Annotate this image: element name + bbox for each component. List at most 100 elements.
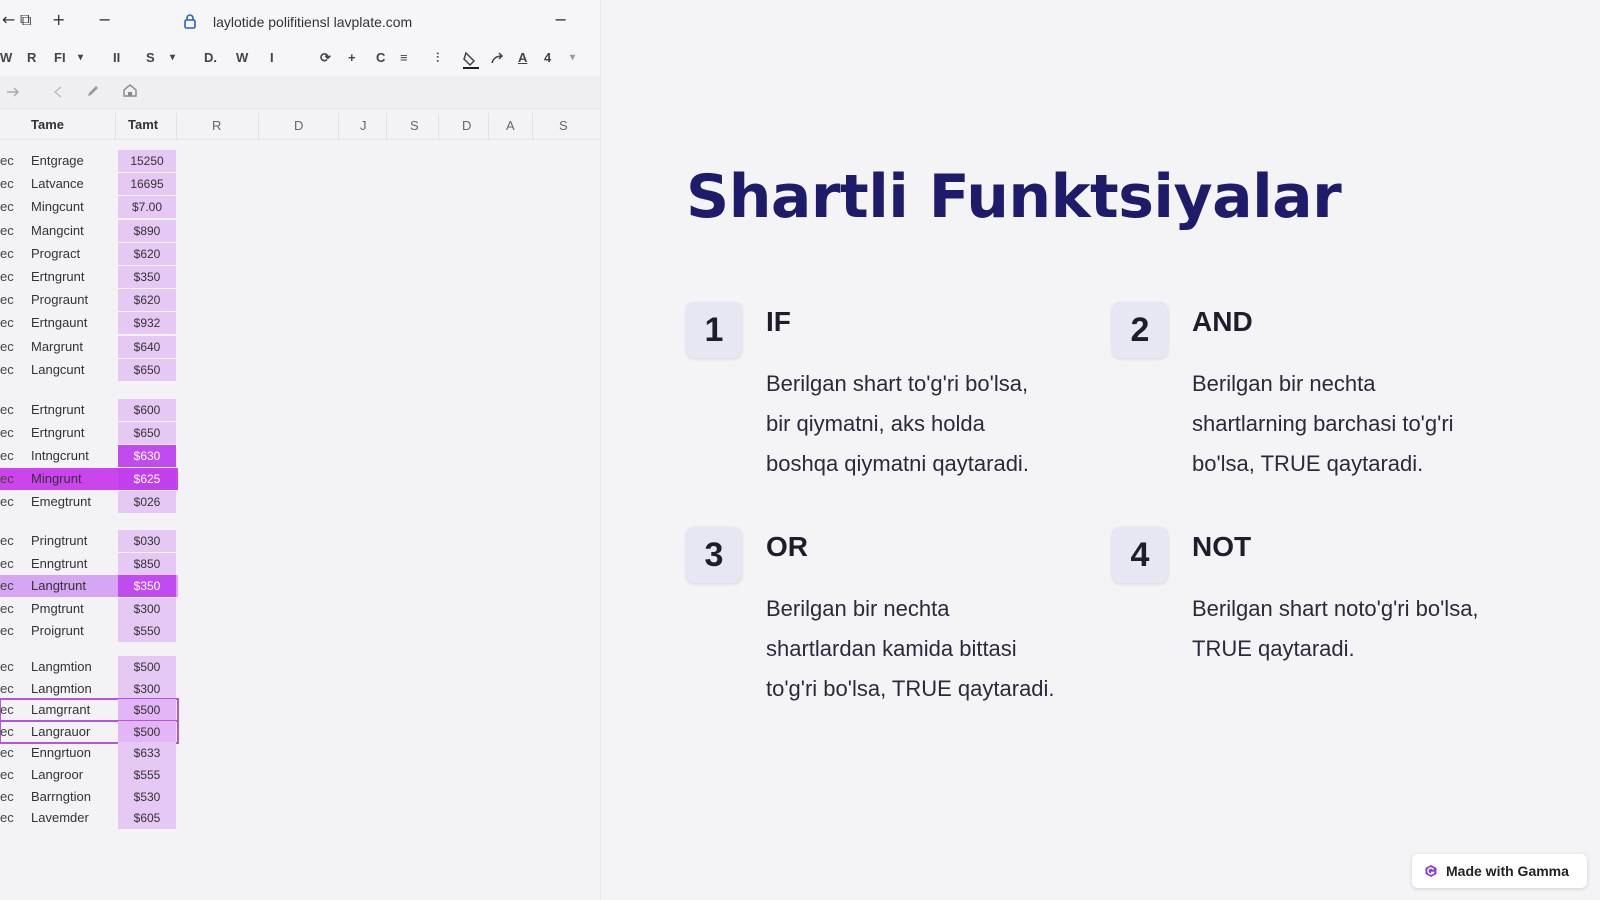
row-name-cell[interactable]: Pmgtrunt	[31, 601, 84, 616]
chevron-down-icon[interactable]: ▾	[570, 52, 575, 63]
table-row[interactable]: ec Intngcrunt $630	[0, 445, 178, 467]
text-color-icon[interactable]: A	[518, 50, 527, 65]
table-row[interactable]: ec Barrngtion $530	[0, 785, 178, 808]
row-amount-cell[interactable]: $605	[118, 807, 176, 830]
table-row[interactable]: ec Langmtion $300	[0, 677, 178, 700]
row-amount-cell[interactable]: $030	[118, 530, 176, 552]
row-name-cell[interactable]: Margrunt	[31, 339, 83, 354]
table-row[interactable]: ec Langtrunt $350	[0, 575, 178, 598]
row-name-cell[interactable]: Latvance	[31, 176, 84, 191]
address-bar[interactable]: laylotide polifitiensl lavplate.com	[213, 14, 412, 30]
row-name-cell[interactable]: Barrngtion	[31, 789, 91, 804]
row-amount-cell[interactable]: $7.00	[118, 196, 176, 219]
row-amount-cell[interactable]: $625	[118, 468, 176, 490]
row-amount-cell[interactable]: $500	[118, 720, 176, 743]
row-amount-cell[interactable]: 16695	[118, 173, 176, 196]
row-amount-cell[interactable]: 15250	[118, 150, 176, 172]
row-name-cell[interactable]: Mingcunt	[31, 199, 84, 214]
table-row[interactable]: ec Ertngrunt $350	[0, 266, 178, 288]
table-row[interactable]: ec Ertngrunt $650	[0, 422, 178, 444]
row-amount-cell[interactable]: $620	[118, 242, 176, 265]
align-icon[interactable]: ≡	[400, 50, 408, 65]
row-name-cell[interactable]: Langroor	[31, 767, 83, 782]
table-row[interactable]: ec Lavemder $605	[0, 807, 178, 830]
table-row[interactable]: ec Enngtrunt $850	[0, 552, 178, 575]
row-amount-cell[interactable]: $640	[118, 335, 176, 358]
row-amount-cell[interactable]: $530	[118, 785, 176, 808]
table-row[interactable]: ec Enngrtuon $633	[0, 742, 178, 765]
row-name-cell[interactable]: Ertngrunt	[31, 425, 84, 440]
row-name-cell[interactable]: Ertngrunt	[31, 269, 84, 284]
table-row[interactable]: ec Proigrunt $550	[0, 620, 178, 643]
fill-color-icon[interactable]	[462, 50, 480, 74]
row-amount-cell[interactable]: $555	[118, 764, 176, 786]
row-amount-cell[interactable]: $500	[118, 699, 176, 722]
row-name-cell[interactable]: Enngrtuon	[31, 745, 91, 760]
column-header[interactable]: S	[559, 118, 568, 133]
row-amount-cell[interactable]: $500	[118, 656, 176, 678]
row-name-cell[interactable]: Prograunt	[31, 292, 88, 307]
row-name-cell[interactable]: Intngcrunt	[31, 448, 89, 463]
toolbar-item[interactable]: W	[236, 50, 248, 65]
toolbar-item[interactable]: D.	[204, 50, 217, 65]
row-name-cell[interactable]: Emegtrunt	[31, 494, 91, 509]
plus-icon[interactable]: +	[348, 50, 356, 65]
table-row[interactable]: ec Mangcint $890	[0, 219, 178, 242]
row-name-cell[interactable]: Pringtrunt	[31, 533, 87, 548]
row-amount-cell[interactable]: $650	[118, 358, 176, 381]
redo-icon[interactable]	[490, 51, 506, 71]
row-amount-cell[interactable]: $026	[118, 491, 176, 513]
table-row[interactable]: ec Langrauor $500	[0, 719, 179, 744]
made-with-gamma-badge[interactable]: Made with Gamma	[1412, 854, 1587, 888]
table-row[interactable]: ec Mingrunt $625	[0, 468, 178, 490]
table-row[interactable]: ec Margrunt $640	[0, 335, 178, 358]
minimize-window-icon[interactable]: −	[554, 10, 567, 29]
row-amount-cell[interactable]: $650	[118, 422, 176, 444]
row-amount-cell[interactable]: $350	[118, 575, 176, 598]
row-name-cell[interactable]: Langrauor	[31, 724, 90, 739]
toolbar-item[interactable]: 4	[544, 50, 551, 65]
row-amount-cell[interactable]: $890	[118, 219, 176, 242]
row-amount-cell[interactable]: $620	[118, 289, 176, 312]
row-amount-cell[interactable]: $300	[118, 597, 176, 620]
column-header[interactable]: A	[506, 118, 515, 133]
row-amount-cell[interactable]: $600	[118, 399, 176, 421]
row-name-cell[interactable]: Ertngaunt	[31, 315, 87, 330]
table-row[interactable]: ec Progract $620	[0, 242, 178, 265]
row-name-cell[interactable]: Lamgrrant	[31, 702, 90, 717]
row-amount-cell[interactable]: $630	[118, 445, 176, 467]
row-name-cell[interactable]: Ertngrunt	[31, 402, 84, 417]
row-amount-cell[interactable]: $550	[118, 620, 176, 643]
columns-icon[interactable]: ⫶	[436, 50, 439, 66]
column-header[interactable]: S	[410, 118, 419, 133]
table-row[interactable]: ec Langmtion $500	[0, 656, 178, 678]
table-row[interactable]: ec Ertngrunt $600	[0, 399, 178, 421]
row-name-cell[interactable]: Proigrunt	[31, 623, 84, 638]
column-header[interactable]: J	[360, 118, 367, 133]
table-row[interactable]: ec Langcunt $650	[0, 358, 178, 381]
row-amount-cell[interactable]: $633	[118, 742, 176, 765]
row-name-cell[interactable]: Mangcint	[31, 223, 84, 238]
row-name-cell[interactable]: Entgrage	[31, 153, 84, 168]
column-header[interactable]: D	[462, 118, 471, 133]
row-name-cell[interactable]: Mingrunt	[31, 471, 82, 486]
row-amount-cell[interactable]: $350	[118, 266, 176, 288]
row-name-cell[interactable]: Progract	[31, 246, 80, 261]
column-header[interactable]: D	[294, 118, 303, 133]
table-row[interactable]: ec Mingcunt $7.00	[0, 196, 178, 219]
table-row[interactable]: ec Pmgtrunt $300	[0, 597, 178, 620]
row-name-cell[interactable]: Langmtion	[31, 681, 92, 696]
link-icon[interactable]: ⟳	[320, 50, 331, 66]
row-amount-cell[interactable]: $300	[118, 677, 176, 700]
row-name-cell[interactable]: Langmtion	[31, 659, 92, 674]
toolbar-item[interactable]: I	[270, 50, 274, 65]
table-row[interactable]: ec Ertngaunt $932	[0, 312, 178, 335]
column-header[interactable]: R	[212, 118, 221, 133]
table-row[interactable]: ec Lamgrrant $500	[0, 698, 179, 723]
table-row[interactable]: ec Langroor $555	[0, 764, 178, 786]
table-row[interactable]: ec Latvance 16695	[0, 173, 178, 196]
row-name-cell[interactable]: Langtrunt	[31, 578, 86, 593]
row-amount-cell[interactable]: $932	[118, 312, 176, 335]
toolbar-item[interactable]: C	[376, 50, 385, 65]
table-row[interactable]: ec Prograunt $620	[0, 289, 178, 312]
